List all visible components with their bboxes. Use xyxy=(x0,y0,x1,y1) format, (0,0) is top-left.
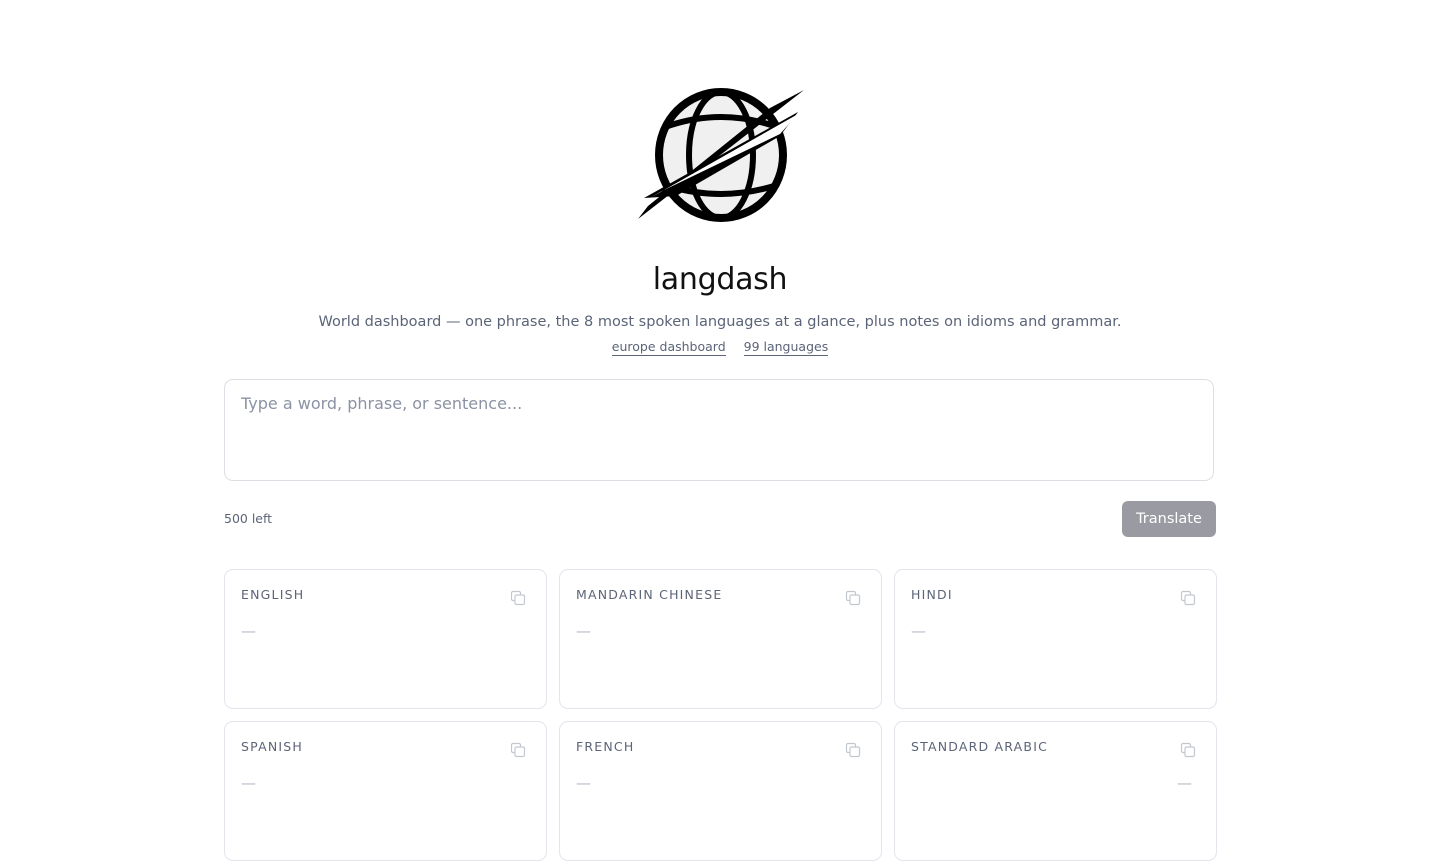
copy-icon[interactable] xyxy=(845,590,861,606)
card-language-label: FRENCH xyxy=(576,739,635,754)
card-translation: — xyxy=(911,622,926,640)
language-card-standard-arabic: STANDARD ARABIC — xyxy=(894,721,1217,861)
language-card-english: ENGLISH — xyxy=(224,569,547,709)
copy-icon[interactable] xyxy=(1180,742,1196,758)
header-links: europe dashboard 99 languages xyxy=(0,339,1440,356)
copy-icon[interactable] xyxy=(845,742,861,758)
copy-icon[interactable] xyxy=(510,742,526,758)
card-language-label: STANDARD ARABIC xyxy=(911,739,1049,754)
language-card-mandarin-chinese: MANDARIN CHINESE — xyxy=(559,569,882,709)
globe-logo-icon xyxy=(638,88,804,222)
card-language-label: HINDI xyxy=(911,587,953,602)
character-counter: 500 left xyxy=(224,511,273,526)
card-translation: — xyxy=(241,774,256,792)
card-translation: — xyxy=(576,622,591,640)
translate-button[interactable]: Translate xyxy=(1122,501,1216,537)
phrase-input[interactable] xyxy=(241,394,1197,466)
language-card-french: FRENCH — xyxy=(559,721,882,861)
page: langdash World dashboard — one phrase, t… xyxy=(0,0,1440,864)
europe-dashboard-link[interactable]: europe dashboard xyxy=(611,339,726,356)
app-subtitle: World dashboard — one phrase, the 8 most… xyxy=(318,314,1122,330)
card-language-label: MANDARIN CHINESE xyxy=(576,587,723,602)
copy-icon[interactable] xyxy=(1180,590,1196,606)
card-translation: — xyxy=(576,774,591,792)
language-card-spanish: SPANISH — xyxy=(224,721,547,861)
app-title: langdash xyxy=(652,262,788,297)
card-language-label: SPANISH xyxy=(241,739,303,754)
languages-link[interactable]: 99 languages xyxy=(743,339,829,356)
language-card-hindi: HINDI — xyxy=(894,569,1217,709)
card-language-label: ENGLISH xyxy=(241,587,305,602)
card-translation: — xyxy=(241,622,256,640)
copy-icon[interactable] xyxy=(510,590,526,606)
phrase-input-container xyxy=(224,379,1214,481)
card-translation: — xyxy=(1177,774,1192,792)
language-cards-grid: ENGLISH — MANDARIN CHINESE — HINDI — SPA… xyxy=(224,569,1217,861)
